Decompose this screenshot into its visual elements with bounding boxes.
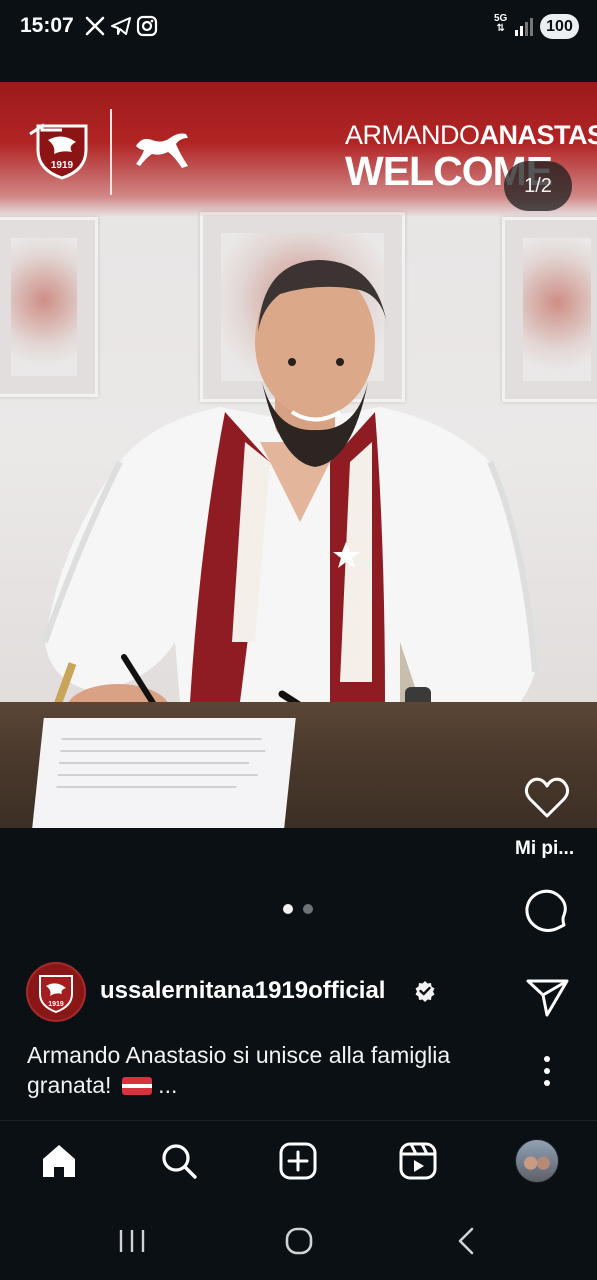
like-button[interactable] bbox=[523, 776, 571, 820]
share-button[interactable] bbox=[525, 977, 571, 1019]
verified-badge-icon bbox=[415, 981, 435, 1002]
home-button-icon[interactable] bbox=[284, 1226, 314, 1256]
bottom-nav bbox=[0, 1120, 597, 1210]
contract-paper bbox=[32, 718, 296, 828]
author-username[interactable]: ussalernitana1919official bbox=[100, 977, 385, 1005]
reels-icon[interactable] bbox=[398, 1141, 438, 1181]
comment-button[interactable] bbox=[524, 889, 570, 935]
more-options-button[interactable] bbox=[540, 1055, 554, 1087]
telegram-icon bbox=[111, 17, 131, 35]
home-icon[interactable] bbox=[39, 1141, 79, 1181]
x-icon bbox=[85, 16, 105, 36]
image-counter: 1/2 bbox=[504, 161, 572, 211]
club-crest-icon: 1919 bbox=[39, 975, 73, 1014]
caption-text: Armando Anastasio si unisce alla famigli… bbox=[27, 1042, 451, 1098]
caption-more[interactable]: ... bbox=[152, 1072, 177, 1098]
latvian-flag-emoji bbox=[121, 1077, 152, 1095]
back-icon[interactable] bbox=[456, 1226, 476, 1256]
system-nav-bar bbox=[0, 1210, 597, 1280]
profile-avatar[interactable] bbox=[515, 1139, 559, 1183]
recent-apps-icon[interactable] bbox=[118, 1228, 146, 1254]
status-bar: 15:07 5G ⇅ 100 bbox=[0, 0, 597, 56]
instagram-icon bbox=[136, 15, 158, 37]
author-avatar[interactable]: 1919 bbox=[26, 962, 86, 1022]
signal-icon bbox=[515, 18, 533, 36]
post-caption[interactable]: Armando Anastasio si unisce alla famigli… bbox=[27, 1040, 497, 1100]
create-icon[interactable] bbox=[278, 1141, 318, 1181]
like-label: Mi pi... bbox=[515, 838, 575, 859]
status-time: 15:07 bbox=[20, 14, 74, 37]
battery-indicator: 100 bbox=[540, 14, 579, 39]
carousel-dot-active bbox=[283, 904, 293, 914]
network-type: 5G ⇅ bbox=[494, 13, 508, 34]
post-image[interactable]: 1919 ARMANDOANASTASIO WELCOME bbox=[0, 82, 597, 828]
carousel-dot bbox=[303, 904, 313, 914]
crest-year: 1919 bbox=[48, 1001, 64, 1008]
search-icon[interactable] bbox=[159, 1141, 199, 1181]
